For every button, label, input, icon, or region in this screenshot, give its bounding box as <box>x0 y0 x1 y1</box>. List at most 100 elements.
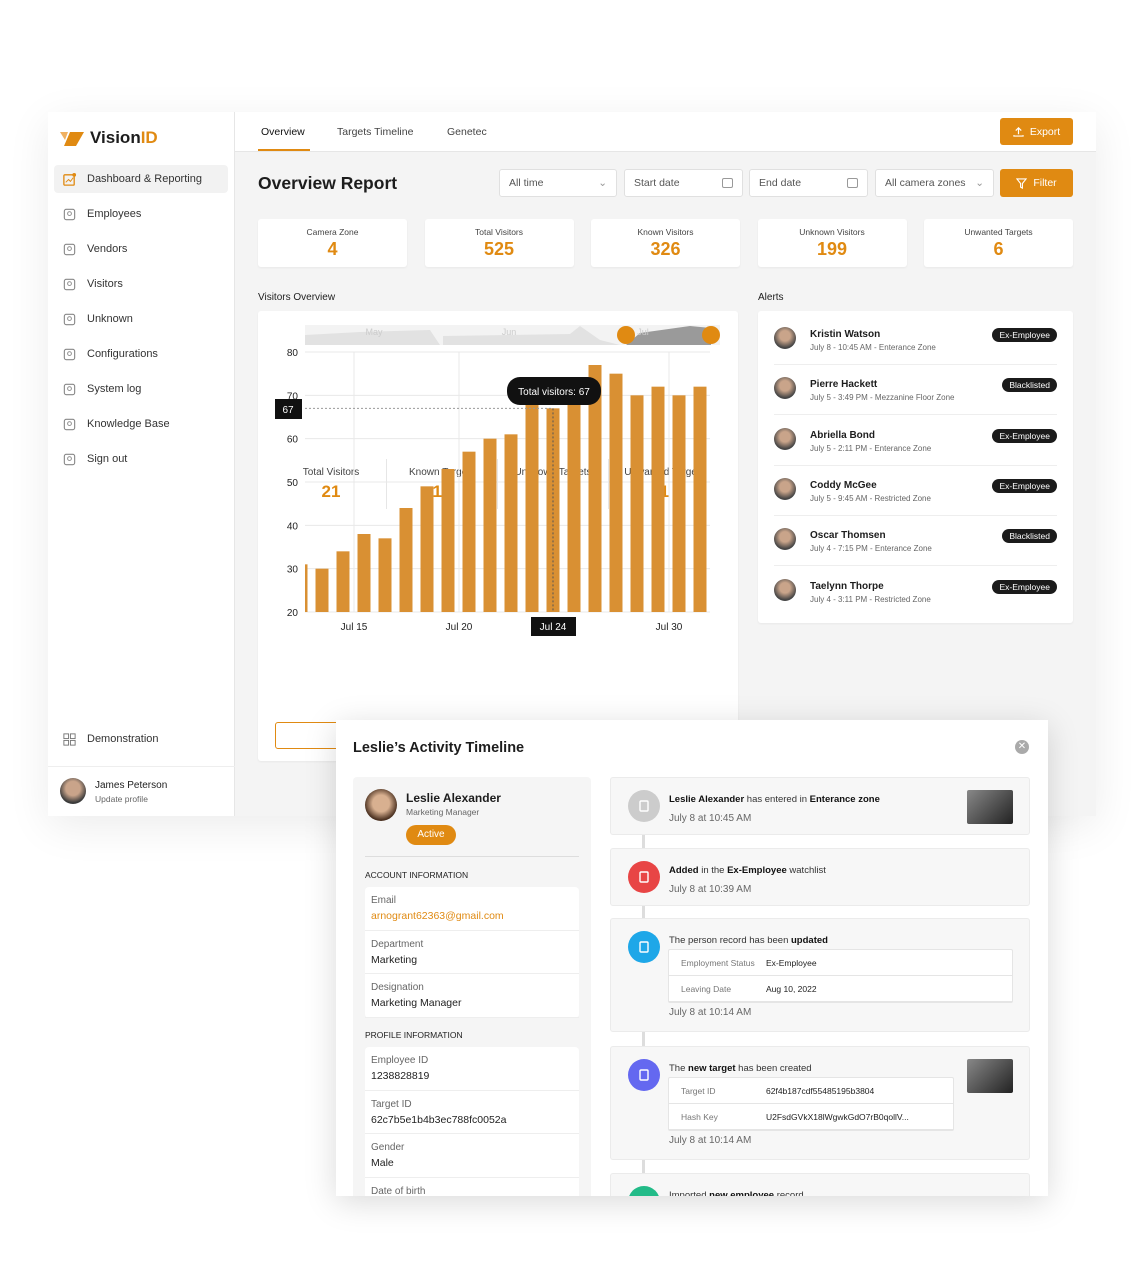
watchlist-add-icon <box>628 861 660 893</box>
event-highlight: Enterance zone <box>809 794 880 805</box>
timeline-event: The new target has been created Target ID… <box>610 1046 1030 1160</box>
visitors-bar-chart: 20304050607080Jul 15 Jul 20 Jul 30May Jun Ju… <box>275 325 720 636</box>
timeline-event: Added in the Ex-Employee watchlist July 8… <box>610 848 1030 906</box>
person-name: Leslie Alexander <box>406 791 501 805</box>
grid-icon <box>63 732 76 746</box>
face-scan-icon <box>628 1059 660 1091</box>
divider <box>365 856 579 857</box>
event-highlight: updated <box>791 935 828 946</box>
bar <box>336 551 350 612</box>
info-row: Designation Marketing Manager <box>365 974 579 1018</box>
bar <box>609 373 623 612</box>
update-profile-link[interactable]: Update profile <box>95 794 148 804</box>
info-value: Male <box>371 1157 394 1169</box>
bar <box>420 486 434 612</box>
navigator-month-label: May <box>365 327 383 337</box>
tooltip-text: Total visitors: 67 <box>518 387 590 398</box>
person-avatar <box>365 789 397 821</box>
info-key: Date of birth <box>371 1185 426 1197</box>
capture-photo[interactable] <box>967 790 1013 824</box>
bar <box>525 404 539 612</box>
navigator-month-label: Jul <box>637 327 649 337</box>
y-tick-label: 30 <box>287 565 299 576</box>
bar <box>567 404 581 612</box>
bar <box>630 395 644 612</box>
event-text: Added <box>669 865 699 876</box>
event-text: record <box>774 1190 804 1196</box>
detail-row: Target ID 62f4b187cdf55485195b3804 <box>669 1078 953 1104</box>
bar <box>462 451 476 612</box>
person-avatar <box>628 790 660 822</box>
event-highlight: new employee <box>709 1190 775 1196</box>
event-text: in the <box>698 865 728 876</box>
activity-timeline-modal: Leslie’s Activity Timeline ✕ Leslie Alex… <box>336 720 1048 1196</box>
sidebar-item-label: Demonstration <box>87 733 159 745</box>
event-text: has entered in <box>744 794 810 805</box>
sidebar-item-demonstration[interactable]: Demonstration <box>54 725 228 753</box>
info-row: Gender Male <box>365 1134 579 1178</box>
info-value: 1238828819 <box>371 1070 430 1082</box>
detail-key: Target ID <box>681 1085 716 1096</box>
timeline-event: Leslie Alexander has entered in Enteranc… <box>610 777 1030 835</box>
info-row: Department Marketing <box>365 931 579 974</box>
bar <box>483 438 497 612</box>
x-tick-label: Jul 20 <box>446 622 473 633</box>
detail-value: U2FsdGVkX18lWgwkGdO7rB0qollV... <box>766 1111 909 1122</box>
x-cursor-label: Jul 24 <box>540 622 567 633</box>
navigator-month-label: Jun <box>502 327 517 337</box>
bar <box>504 434 518 612</box>
detail-value: Aug 10, 2022 <box>766 983 817 994</box>
import-icon <box>628 1186 660 1196</box>
divider <box>48 766 235 767</box>
info-key: Department <box>371 938 424 950</box>
navigator-handle[interactable] <box>702 326 720 344</box>
account-info-title: ACCOUNT INFORMATION <box>365 870 469 880</box>
event-details: Target ID 62f4b187cdf55485195b3804 Hash Ke… <box>668 1077 954 1131</box>
info-row: Target ID 62c7b5e1b4b3ec788fc0052a <box>365 1091 579 1134</box>
event-text: has been created <box>735 1063 812 1074</box>
bar <box>378 538 392 612</box>
event-highlight: new target <box>688 1063 736 1074</box>
event-highlight: Ex-Employee <box>727 865 787 876</box>
y-tick-label: 20 <box>287 608 299 619</box>
status-badge: Active <box>406 825 456 845</box>
info-key: Target ID <box>371 1098 412 1110</box>
bar <box>693 386 707 612</box>
event-time: July 8 at 10:39 AM <box>669 884 752 895</box>
bar <box>399 508 413 612</box>
modal-title: Leslie’s Activity Timeline <box>353 740 525 756</box>
bar <box>305 564 308 612</box>
detail-row: Leaving Date Aug 10, 2022 <box>669 976 1012 1002</box>
close-icon[interactable]: ✕ <box>1015 740 1029 754</box>
info-row: Employee ID 1238828819 <box>365 1047 579 1091</box>
event-text: The <box>669 1063 689 1074</box>
bar <box>357 534 371 612</box>
info-row: Email arnogrant62363@gmail.com <box>365 887 579 931</box>
capture-photo[interactable] <box>967 1059 1013 1093</box>
detail-key: Employment Status <box>681 957 755 968</box>
bar <box>672 395 686 612</box>
x-tick-label: Jul 30 <box>656 622 683 633</box>
navigator-handle[interactable] <box>617 326 635 344</box>
info-value: Marketing Manager <box>371 997 462 1009</box>
info-value: Marketing <box>371 953 418 966</box>
event-text: Imported <box>669 1190 710 1196</box>
person-role: Marketing Manager <box>406 807 480 817</box>
event-text: The person record has been <box>669 935 791 946</box>
person-card: Leslie Alexander Marketing Manager Activ… <box>353 777 591 1196</box>
user-name: James Peterson <box>95 780 168 791</box>
user-avatar[interactable] <box>60 778 86 804</box>
event-time: July 8 at 10:14 AM <box>669 1007 752 1018</box>
y-tick-label: 80 <box>287 348 299 359</box>
info-key: Email <box>371 895 397 906</box>
bar <box>651 386 665 612</box>
event-text: watchlist <box>786 865 826 876</box>
y-cursor-label: 67 <box>282 405 294 416</box>
info-key: Gender <box>371 1142 405 1153</box>
y-tick-label: 60 <box>287 435 299 446</box>
detail-value: 62f4b187cdf55485195b3804 <box>766 1085 875 1096</box>
event-time: July 8 at 10:14 AM <box>669 1135 752 1146</box>
info-value: arnogrant62363@gmail.com <box>371 910 504 922</box>
info-key: Employee ID <box>371 1055 429 1066</box>
y-tick-label: 40 <box>287 521 299 532</box>
